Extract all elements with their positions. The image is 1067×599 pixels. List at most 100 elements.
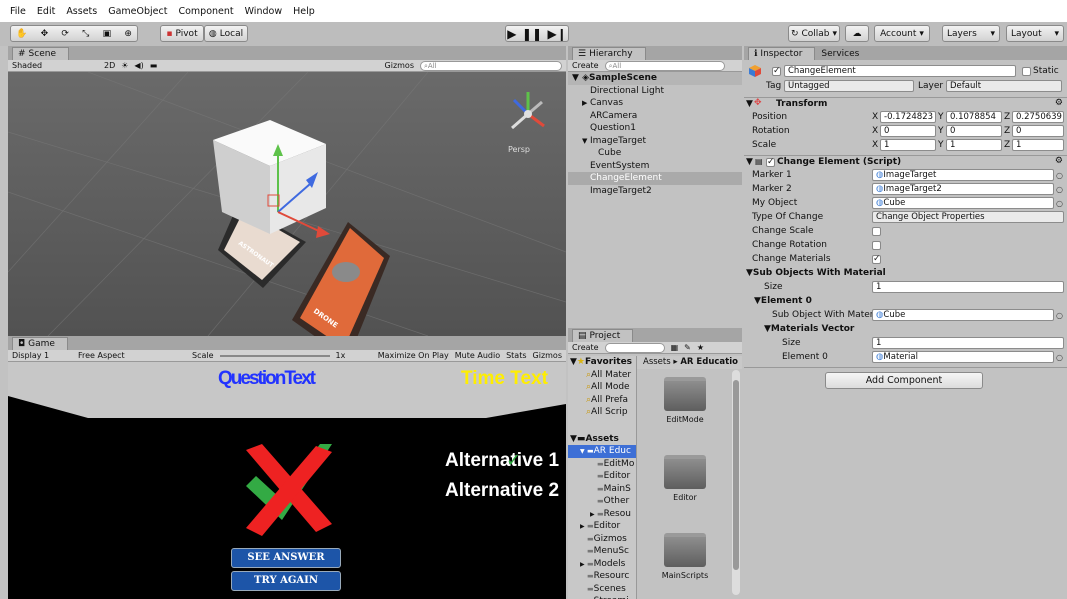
rotation-z-input[interactable]: 0 [1012, 125, 1064, 137]
chevron-right-icon[interactable]: ▶ [580, 521, 587, 534]
change-scale-checkbox[interactable] [872, 227, 881, 236]
materials-vector-foldout[interactable]: ▼Materials Vector [744, 323, 1067, 337]
sub-objects-size-input[interactable]: 1 [872, 281, 1064, 293]
project-tree-item[interactable]: ▬MenuSc [568, 545, 636, 558]
tab-game[interactable]: ◘ Game [12, 337, 68, 350]
type-of-change-dropdown[interactable]: Change Object Properties [872, 211, 1064, 223]
game-gizmos-dropdown[interactable]: Gizmos [533, 351, 562, 360]
tab-services[interactable]: Services [815, 47, 873, 60]
hierarchy-item[interactable]: Cube [568, 147, 742, 160]
material-field[interactable]: ◍Material [872, 351, 1054, 363]
script-enabled-checkbox[interactable]: ✓ [766, 158, 775, 167]
menu-file[interactable]: File [10, 6, 26, 17]
sub-object-field[interactable]: ◍Cube [872, 309, 1054, 321]
hierarchy-item[interactable]: Directional Light [568, 85, 742, 98]
my-object-field[interactable]: ◍Cube [872, 197, 1054, 209]
folder-item[interactable]: Editor [637, 455, 733, 525]
folder-item[interactable]: EditMode [637, 377, 733, 447]
stats-toggle[interactable]: Stats [506, 351, 526, 360]
object-picker-icon[interactable]: ○ [1056, 353, 1063, 362]
scale-y-input[interactable]: 1 [946, 139, 1002, 151]
chevron-right-icon[interactable]: ▶ [582, 97, 590, 110]
menu-assets[interactable]: Assets [66, 6, 97, 17]
scene-viewport[interactable]: ASTRONAUT DRONE Persp [8, 72, 566, 336]
rotation-x-input[interactable]: 0 [880, 125, 936, 137]
favorite-item[interactable]: ⌕All Mater [568, 369, 636, 382]
see-answer-button[interactable]: SEE ANSWER [231, 548, 341, 568]
layers-dropdown[interactable]: Layers ▾ [942, 25, 1000, 42]
scene-search-input[interactable]: ⌕All [420, 60, 562, 71]
lighting-icon[interactable]: ☀ [121, 61, 128, 70]
project-tree-item[interactable]: ▬MainS [568, 483, 636, 496]
sub-objects-foldout[interactable]: ▼Sub Objects With Material [744, 267, 1067, 281]
scale-slider[interactable] [219, 354, 330, 357]
move-tool-icon[interactable]: ✥ [41, 29, 49, 39]
project-tree-item[interactable]: ▶ ▬Models [568, 558, 636, 571]
step-icon[interactable]: ▶❙ [547, 27, 566, 41]
object-picker-icon[interactable]: ○ [1056, 171, 1063, 180]
scene-gizmos-dropdown[interactable]: Gizmos [385, 61, 414, 70]
hierarchy-create-dropdown[interactable]: Create [572, 61, 599, 70]
hierarchy-item[interactable]: ▼ ImageTarget [568, 135, 742, 148]
try-again-button[interactable]: TRY AGAIN [231, 571, 341, 591]
scale-x-input[interactable]: 1 [880, 139, 936, 151]
menu-component[interactable]: Component [178, 6, 233, 17]
shading-dropdown[interactable]: Shaded [12, 61, 98, 70]
hierarchy-item[interactable]: ChangeElement [568, 172, 742, 185]
component-settings-icon[interactable]: ⚙ [1055, 98, 1063, 108]
object-picker-icon[interactable]: ○ [1056, 199, 1063, 208]
change-rotation-checkbox[interactable] [872, 241, 881, 250]
marker2-field[interactable]: ◍ImageTarget2 [872, 183, 1054, 195]
layer-dropdown[interactable]: Default [946, 80, 1062, 92]
tab-inspector[interactable]: ℹ Inspector [748, 47, 816, 60]
position-z-input[interactable]: 0.2750639 [1012, 111, 1064, 123]
layout-dropdown[interactable]: Layout ▾ [1006, 25, 1064, 42]
chevron-down-icon[interactable]: ▼ [582, 135, 590, 148]
marker1-field[interactable]: ◍ImageTarget [872, 169, 1054, 181]
change-materials-checkbox[interactable]: ✓ [872, 255, 881, 264]
rotate-tool-icon[interactable]: ⟳ [61, 29, 69, 39]
maximize-on-play-toggle[interactable]: Maximize On Play [378, 351, 449, 360]
project-tree-item[interactable]: ▼ ▬AR Educ [568, 445, 636, 458]
chevron-down-icon[interactable]: ▼ [580, 446, 587, 459]
position-y-input[interactable]: 0.1078854 [946, 111, 1002, 123]
scrollbar-thumb[interactable] [733, 380, 739, 570]
scale-z-input[interactable]: 1 [1012, 139, 1064, 151]
pause-icon[interactable]: ❚❚ [522, 27, 542, 41]
static-checkbox[interactable] [1022, 67, 1031, 76]
play-icon[interactable]: ▶ [507, 27, 516, 41]
hierarchy-search-input[interactable]: ⌕All [604, 60, 725, 71]
project-tree-item[interactable]: ▬Resourc [568, 570, 636, 583]
favorite-item[interactable]: ⌕All Prefa [568, 394, 636, 407]
menu-help[interactable]: Help [293, 6, 315, 17]
filter-label-icon[interactable]: ✎ [684, 343, 691, 352]
favorite-item[interactable]: ⌕All Mode [568, 381, 636, 394]
project-tree-item[interactable]: ▬Editor [568, 470, 636, 483]
tag-dropdown[interactable]: Untagged [784, 80, 914, 92]
display-dropdown[interactable]: Display 1 [12, 351, 72, 360]
mute-audio-toggle[interactable]: Mute Audio [455, 351, 500, 360]
tab-project[interactable]: ▤ Project [572, 329, 634, 342]
project-tree-item[interactable]: ▬Gizmos [568, 533, 636, 546]
filter-type-icon[interactable]: ▦ [671, 343, 679, 352]
project-tree-item[interactable]: ▶▬Streami [568, 595, 636, 599]
favorite-item[interactable]: ⌕All Scrip [568, 406, 636, 419]
effects-icon[interactable]: ▬ [150, 61, 158, 70]
alternative-1-button[interactable]: Alternative 1 [445, 450, 559, 472]
hierarchy-item[interactable]: EventSystem [568, 160, 742, 173]
audio-icon[interactable]: ◀) [134, 61, 143, 70]
add-component-button[interactable]: Add Component [825, 372, 983, 389]
favorites-header[interactable]: ▼★Favorites [568, 356, 636, 369]
local-button[interactable]: ◍ Local [204, 25, 248, 42]
object-picker-icon[interactable]: ○ [1056, 311, 1063, 320]
collab-button[interactable]: ↻ Collab ▾ [788, 25, 840, 42]
element0-foldout[interactable]: ▼Element 0 [744, 295, 1067, 309]
folder-item[interactable]: MainScripts [637, 533, 733, 599]
scene-root[interactable]: ▼ ◈SampleScene [568, 72, 742, 85]
component-settings-icon[interactable]: ⚙ [1055, 156, 1063, 166]
object-picker-icon[interactable]: ○ [1056, 185, 1063, 194]
scale-tool-icon[interactable]: ⤡ [82, 29, 89, 39]
menu-window[interactable]: Window [245, 6, 282, 17]
project-tree-item[interactable]: ▶ ▬Resou [568, 508, 636, 521]
tab-scene[interactable]: # Scene [12, 47, 69, 60]
